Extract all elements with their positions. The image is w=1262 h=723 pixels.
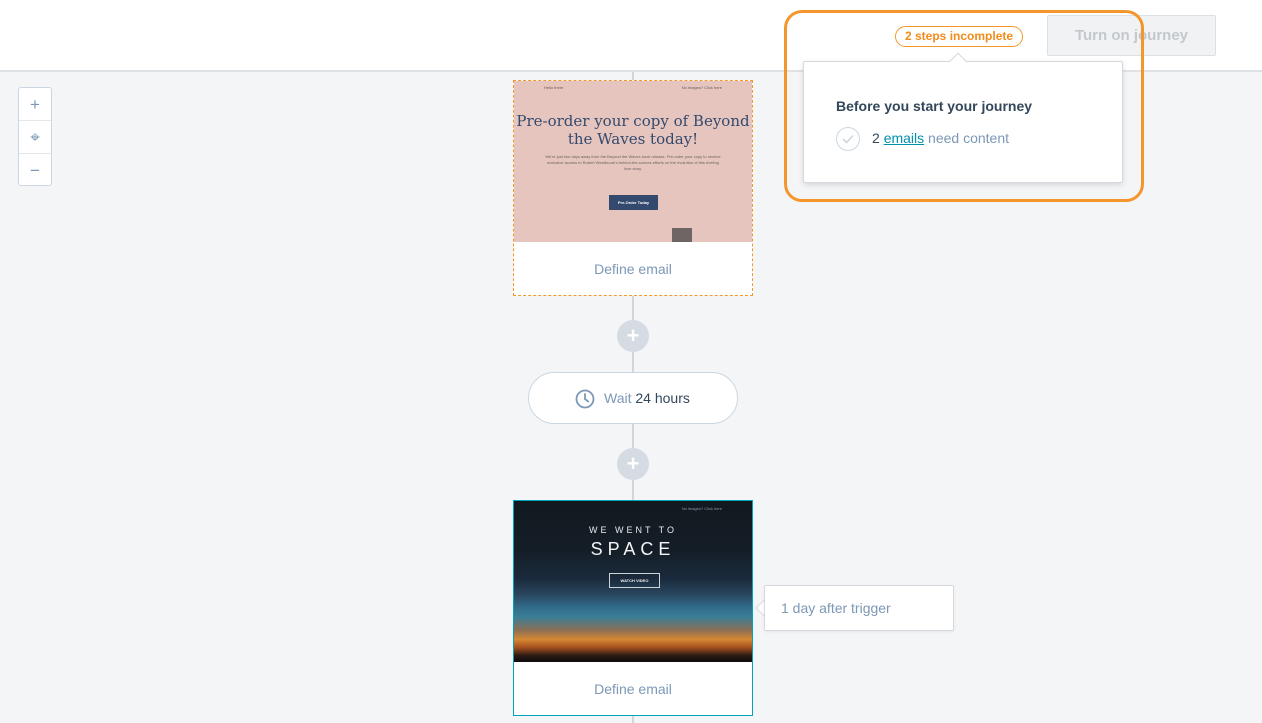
preview-cta-button: Pre-Order Today (609, 195, 658, 210)
email-preview-thumbnail: Hello there No images? Click here Pre-or… (514, 81, 752, 242)
preview-headline: Pre-order your copy of Beyond the Waves … (516, 112, 750, 148)
preview-headline: SPACE (590, 539, 676, 559)
connector-line (632, 716, 634, 723)
preview-share-tab (672, 228, 692, 242)
recenter-icon[interactable]: ⌖ (19, 121, 51, 154)
zoom-out-button[interactable]: − (19, 154, 51, 187)
checkmark-icon (836, 127, 860, 151)
preview-greeting: Hello there (544, 85, 564, 90)
popover-item: 2 emails need content (872, 130, 1009, 146)
wait-duration: 24 hours (635, 390, 690, 406)
email-step-card-1[interactable]: Hello there No images? Click here Pre-or… (513, 80, 753, 296)
connector-line (632, 72, 634, 80)
wait-step[interactable]: Wait 24 hours (528, 372, 738, 424)
preview-view-online: No images? Click here (681, 85, 722, 90)
popover-item-suffix: need content (928, 130, 1010, 146)
email-preview-thumbnail: No images? Click here WE WENT TO SPACE W… (514, 501, 752, 662)
popover-title: Before you start your journey (836, 98, 1033, 114)
incomplete-steps-popover: Before you start your journey 2 emails n… (803, 61, 1123, 183)
preview-view-online: No images? Click here (681, 506, 722, 511)
add-step-button[interactable]: + (617, 320, 649, 352)
add-step-button[interactable]: + (617, 448, 649, 480)
preview-cta-button: WATCH VIDEO (609, 573, 660, 588)
wait-step-text: Wait 24 hours (604, 390, 690, 406)
zoom-controls: + ⌖ − (18, 87, 52, 186)
zoom-in-button[interactable]: + (19, 88, 51, 121)
define-email-label[interactable]: Define email (514, 681, 752, 697)
steps-incomplete-badge[interactable]: 2 steps incomplete (895, 26, 1024, 47)
email-count: 2 (872, 130, 880, 146)
preview-subheading: WE WENT TO (588, 525, 677, 535)
wait-prefix: Wait (604, 390, 632, 406)
email-step-card-2[interactable]: No images? Click here WE WENT TO SPACE W… (513, 500, 753, 716)
clock-icon (575, 389, 595, 409)
turn-on-journey-button[interactable]: Turn on journey (1047, 15, 1216, 56)
define-email-label[interactable]: Define email (514, 261, 752, 277)
preview-body-text: We're just two days away from the Beyond… (545, 154, 721, 171)
trigger-note: 1 day after trigger (764, 585, 954, 631)
emails-link[interactable]: emails (884, 130, 924, 146)
